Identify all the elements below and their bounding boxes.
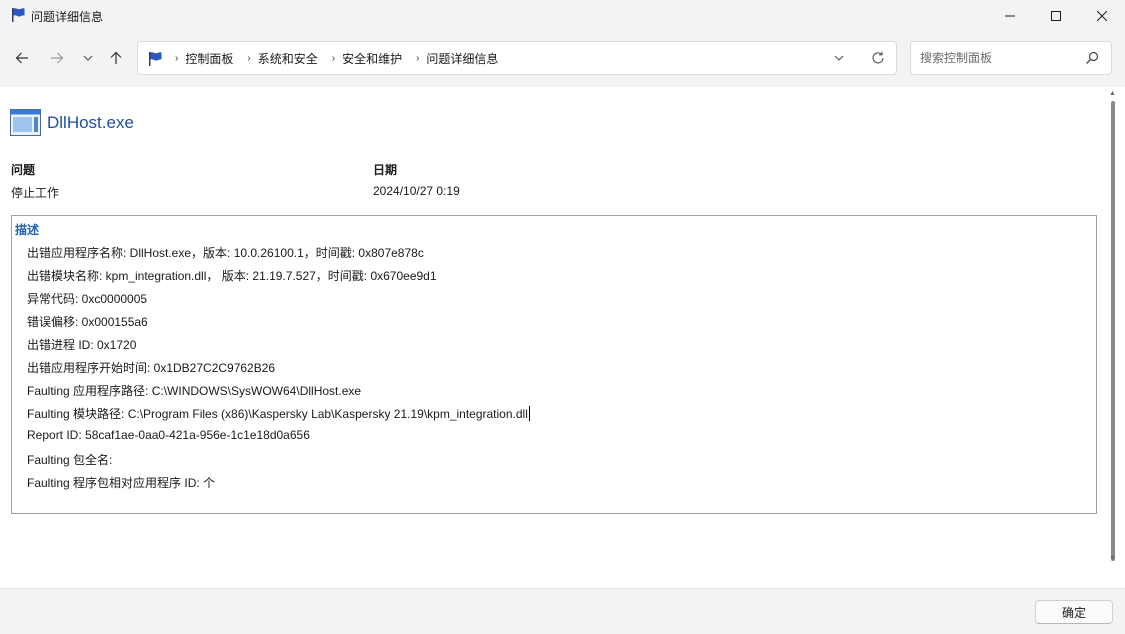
scroll-down-icon[interactable]: ▼ xyxy=(1109,555,1116,562)
description-title: 描述 xyxy=(15,223,40,237)
description-textbox[interactable]: 描述 出错应用程序名称: DllHost.exe，版本: 10.0.26100.… xyxy=(11,215,1097,514)
description-line: Report ID: 58caf1ae-0aa0-421a-956e-1c1e1… xyxy=(27,428,310,442)
description-line: 错误偏移: 0x000155a6 xyxy=(27,315,148,329)
back-arrow-icon xyxy=(15,52,28,64)
window-title: 问题详细信息 xyxy=(31,10,104,24)
maximize-button[interactable] xyxy=(1033,0,1079,31)
date-label: 日期 xyxy=(373,163,398,177)
description-line: Faulting 应用程序路径: C:\WINDOWS\SysWOW64\Dll… xyxy=(27,384,362,398)
description-line: 出错进程 ID: 0x1720 xyxy=(27,338,137,352)
date-value: 2024/10/27 0:19 xyxy=(373,184,460,198)
back-button[interactable] xyxy=(10,46,34,70)
maximize-icon xyxy=(1051,10,1061,21)
minimize-button[interactable] xyxy=(987,0,1033,31)
address-bar[interactable]: › 控制面板 › 系统和安全 › 安全和维护 › 问题详细信息 xyxy=(137,41,897,75)
text-caret xyxy=(528,406,530,421)
application-icon xyxy=(10,109,41,136)
ok-button[interactable]: 确定 xyxy=(1035,600,1113,624)
chevron-right-icon[interactable]: › xyxy=(328,53,342,64)
chevron-right-icon[interactable]: › xyxy=(412,53,426,64)
minimize-icon xyxy=(1005,15,1015,16)
chevron-right-icon[interactable]: › xyxy=(171,53,185,64)
scrollbar-thumb[interactable] xyxy=(1111,101,1115,561)
description-line-text: Faulting 模块路径: C:\Program Files (x86)\Ka… xyxy=(27,407,528,421)
description-line: 异常代码: 0xc0000005 xyxy=(27,292,148,306)
refresh-button[interactable] xyxy=(870,50,886,66)
flag-icon xyxy=(12,8,25,22)
description-line: 出错应用程序开始时间: 0x1DB27C2C9762B26 xyxy=(27,361,276,375)
flag-icon xyxy=(149,52,162,66)
footer-bar: 确定 xyxy=(0,588,1125,634)
description-line: 出错应用程序名称: DllHost.exe，版本: 10.0.26100.1，时… xyxy=(27,246,424,260)
close-icon xyxy=(1097,10,1107,21)
chevron-down-icon xyxy=(83,55,93,61)
search-icon[interactable] xyxy=(1085,51,1099,65)
chevron-right-icon[interactable]: › xyxy=(243,53,257,64)
description-line: Faulting 包全名: xyxy=(27,453,113,467)
breadcrumb-problem-details[interactable]: 问题详细信息 xyxy=(426,50,508,67)
refresh-icon xyxy=(872,51,884,64)
forward-arrow-icon xyxy=(51,52,64,64)
up-button[interactable] xyxy=(104,46,128,70)
address-dropdown-button[interactable] xyxy=(831,50,847,66)
problem-label: 问题 xyxy=(11,163,36,177)
description-line: Faulting 程序包相对应用程序 ID: 个 xyxy=(27,476,216,490)
breadcrumb-security-maintenance[interactable]: 安全和维护 xyxy=(342,50,412,67)
vertical-scrollbar[interactable]: ▲ ▼ xyxy=(1108,87,1118,588)
up-arrow-icon xyxy=(110,51,122,64)
title-bar: 问题详细信息 xyxy=(0,0,1125,31)
forward-button[interactable] xyxy=(45,46,69,70)
recent-locations-button[interactable] xyxy=(76,46,100,70)
close-button[interactable] xyxy=(1079,0,1125,31)
chevron-down-icon xyxy=(834,55,844,61)
breadcrumb: › 控制面板 › 系统和安全 › 安全和维护 › 问题详细信息 xyxy=(171,42,508,74)
description-line-with-caret: Faulting 模块路径: C:\Program Files (x86)\Ka… xyxy=(27,405,530,422)
problem-details-content: DllHost.exe 问题 停止工作 日期 2024/10/27 0:19 描… xyxy=(0,87,1125,588)
description-line: 出错模块名称: kpm_integration.dll， 版本: 21.19.7… xyxy=(27,269,437,283)
navigation-bar: › 控制面板 › 系统和安全 › 安全和维护 › 问题详细信息 xyxy=(0,31,1125,87)
app-name: DllHost.exe xyxy=(47,113,134,132)
search-input[interactable] xyxy=(920,49,1080,67)
breadcrumb-system-security[interactable]: 系统和安全 xyxy=(258,50,328,67)
search-box[interactable] xyxy=(910,41,1112,75)
scroll-up-icon[interactable]: ▲ xyxy=(1109,90,1116,97)
breadcrumb-control-panel[interactable]: 控制面板 xyxy=(185,50,243,67)
problem-value: 停止工作 xyxy=(11,186,60,200)
